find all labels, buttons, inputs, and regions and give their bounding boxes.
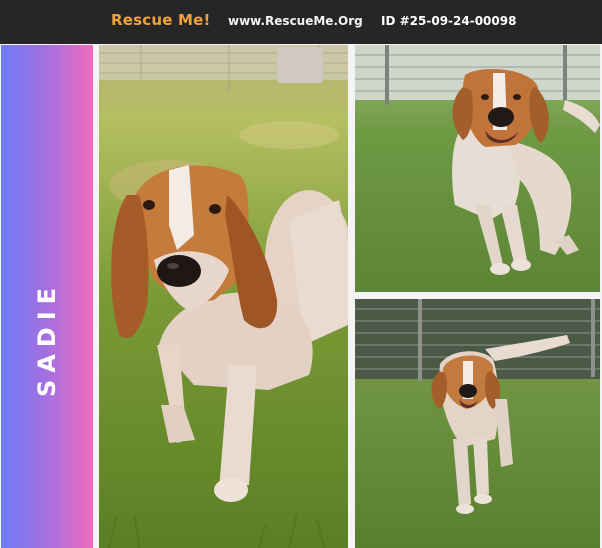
- pet-name: SADIE: [33, 280, 61, 398]
- dog-running-grass-image: [355, 299, 600, 548]
- pet-name-panel: SADIE: [1, 45, 93, 548]
- main-dog-photo[interactable]: [99, 45, 348, 548]
- running-dog-photo-2[interactable]: [355, 299, 600, 548]
- brand-logo-text[interactable]: Rescue Me!: [111, 11, 211, 29]
- dog-closeup-image: [99, 45, 348, 548]
- dog-running-fence-image: [355, 45, 600, 292]
- header-bar: Rescue Me! www.RescueMe.Org ID #25-09-24…: [0, 0, 602, 44]
- site-url-link[interactable]: www.RescueMe.Org: [228, 14, 363, 28]
- running-dog-photo-1[interactable]: [355, 45, 600, 292]
- pet-id-label: ID #25-09-24-00098: [381, 14, 517, 28]
- rescue-listing-card: Rescue Me! www.RescueMe.Org ID #25-09-24…: [0, 0, 602, 548]
